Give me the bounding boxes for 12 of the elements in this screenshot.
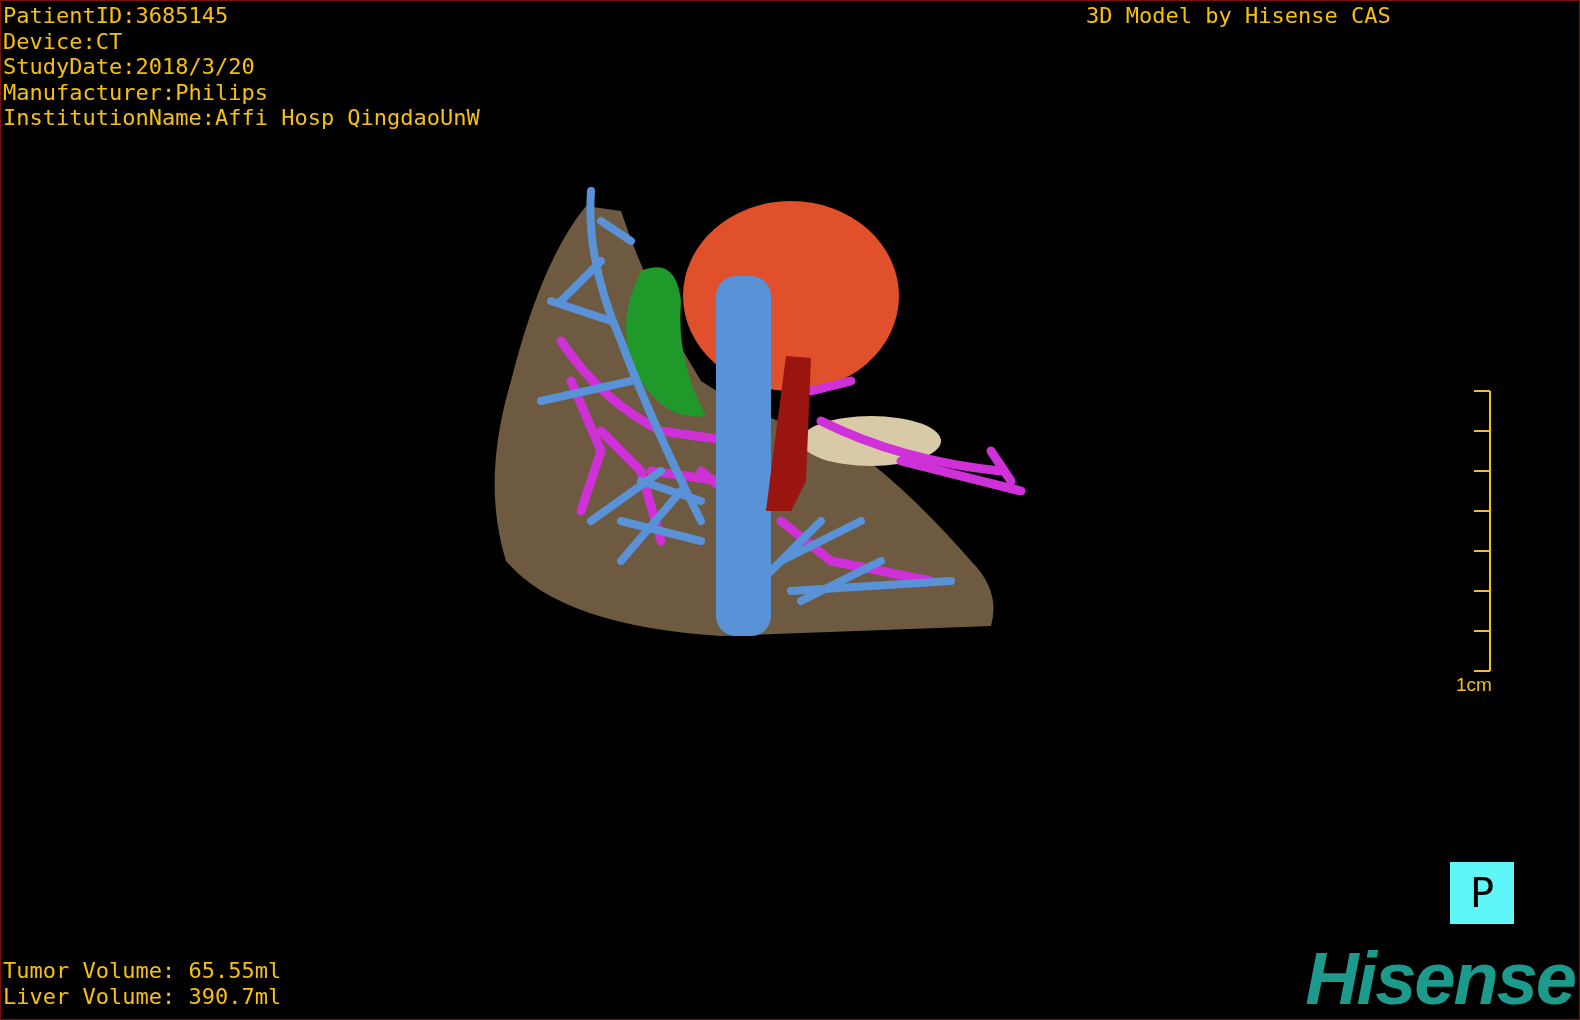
volume-text: Liver Volume: 390.7ml [3, 983, 282, 1009]
study-info-text: Manufacturer:Philips [3, 79, 268, 105]
header-title: 3D Model by Hisense CAS [1086, 3, 1391, 29]
study-info-text: Device:CT [3, 28, 123, 54]
logo-text: Hisense [1305, 939, 1575, 1019]
orientation-button[interactable]: P [1450, 862, 1514, 924]
volume-text: Tumor Volume: 65.55ml [3, 958, 282, 984]
study-info-text: PatientID:3685145 [3, 3, 229, 29]
study-info-text: InstitutionName:Affi Hosp QingdaoUnW [3, 105, 480, 131]
scale-label: 1cm [1456, 674, 1492, 696]
study-info-text: StudyDate:2018/3/20 [3, 54, 255, 80]
scale-ruler-icon [1471, 390, 1492, 672]
